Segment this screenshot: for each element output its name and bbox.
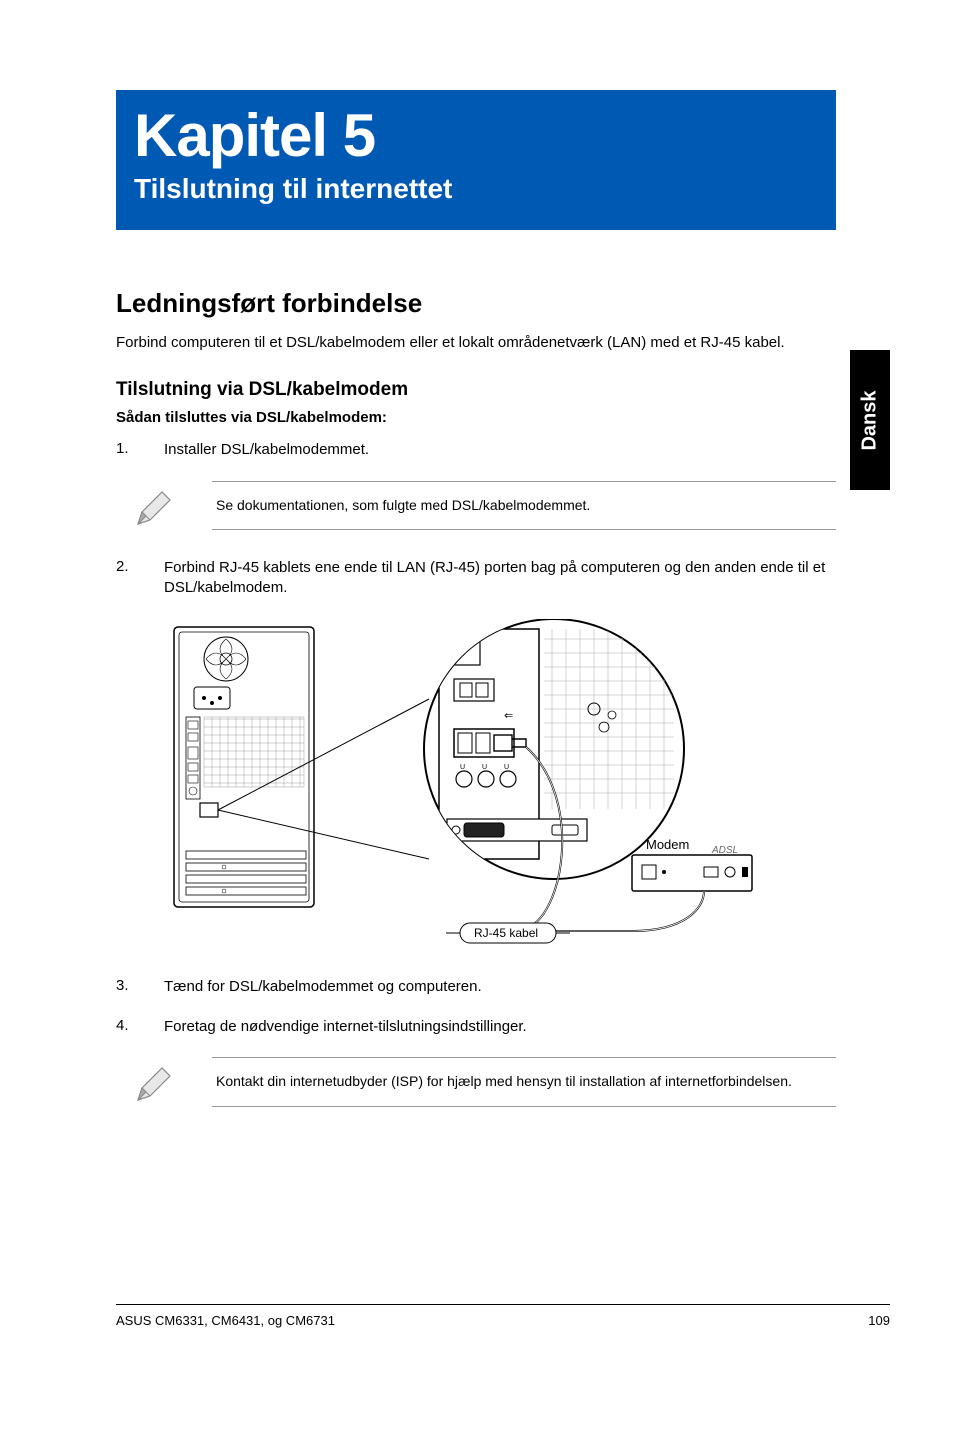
language-tab-label: Dansk	[859, 390, 882, 450]
step-text: Forbind RJ-45 kablets ene ende til LAN (…	[164, 558, 836, 599]
diagram-svg: ⇐ U U U	[164, 619, 804, 949]
step-number: 4.	[116, 1017, 164, 1037]
step-text: Installer DSL/kabelmodemmet.	[164, 440, 369, 460]
page-content: Ledningsført forbindelse Forbind compute…	[116, 288, 836, 1135]
note-text: Kontakt din internetudbyder (ISP) for hj…	[216, 1072, 832, 1092]
step-3: 3. Tænd for DSL/kabelmodemmet og compute…	[116, 977, 836, 997]
step-2: 2. Forbind RJ-45 kablets ene ende til LA…	[116, 558, 836, 599]
note-block-1: Se dokumentationen, som fulgte med DSL/k…	[116, 481, 836, 531]
connection-diagram: ⇐ U U U	[164, 619, 804, 949]
note-text: Se dokumentationen, som fulgte med DSL/k…	[216, 496, 832, 516]
section-heading: Ledningsført forbindelse	[116, 288, 836, 319]
chapter-banner: Kapitel 5 Tilslutning til internettet	[116, 90, 836, 230]
step-4: 4. Foretag de nødvendige internet-tilslu…	[116, 1017, 836, 1037]
step-number: 1.	[116, 440, 164, 460]
note-block-2: Kontakt din internetudbyder (ISP) for hj…	[116, 1057, 836, 1107]
pencil-icon	[132, 488, 174, 535]
svg-text:U: U	[460, 764, 465, 771]
cable-label: RJ-45 kabel	[474, 926, 538, 940]
modem-label: Modem	[646, 837, 689, 852]
footer-page-number: 109	[868, 1313, 890, 1328]
subsection-heading: Tilslutning via DSL/kabelmodem	[116, 379, 836, 401]
step-text: Tænd for DSL/kabelmodemmet og computeren…	[164, 977, 482, 997]
step-text: Foretag de nødvendige internet-tilslutni…	[164, 1017, 527, 1037]
step-number: 3.	[116, 977, 164, 997]
svg-text:U: U	[482, 764, 487, 771]
pencil-icon	[132, 1064, 174, 1111]
language-tab: Dansk	[850, 350, 890, 490]
chapter-subtitle: Tilslutning til internettet	[134, 173, 818, 205]
chapter-title: Kapitel 5	[134, 104, 818, 167]
svg-text:U: U	[504, 764, 509, 771]
modem-brand-label: ADSL	[711, 845, 738, 856]
step-1: 1. Installer DSL/kabelmodemmet.	[116, 440, 836, 460]
footer-model: ASUS CM6331, CM6431, og CM6731	[116, 1313, 335, 1328]
page: Kapitel 5 Tilslutning til internettet Da…	[0, 0, 954, 1438]
note-inner: Kontakt din internetudbyder (ISP) for hj…	[212, 1057, 836, 1107]
subsection-subheading: Sådan tilsluttes via DSL/kabelmodem:	[116, 409, 836, 426]
svg-text:⇐: ⇐	[504, 710, 513, 722]
note-inner: Se dokumentationen, som fulgte med DSL/k…	[212, 481, 836, 531]
page-footer: ASUS CM6331, CM6431, og CM6731 109	[116, 1304, 890, 1328]
section-intro: Forbind computeren til et DSL/kabelmodem…	[116, 333, 836, 353]
step-number: 2.	[116, 558, 164, 599]
